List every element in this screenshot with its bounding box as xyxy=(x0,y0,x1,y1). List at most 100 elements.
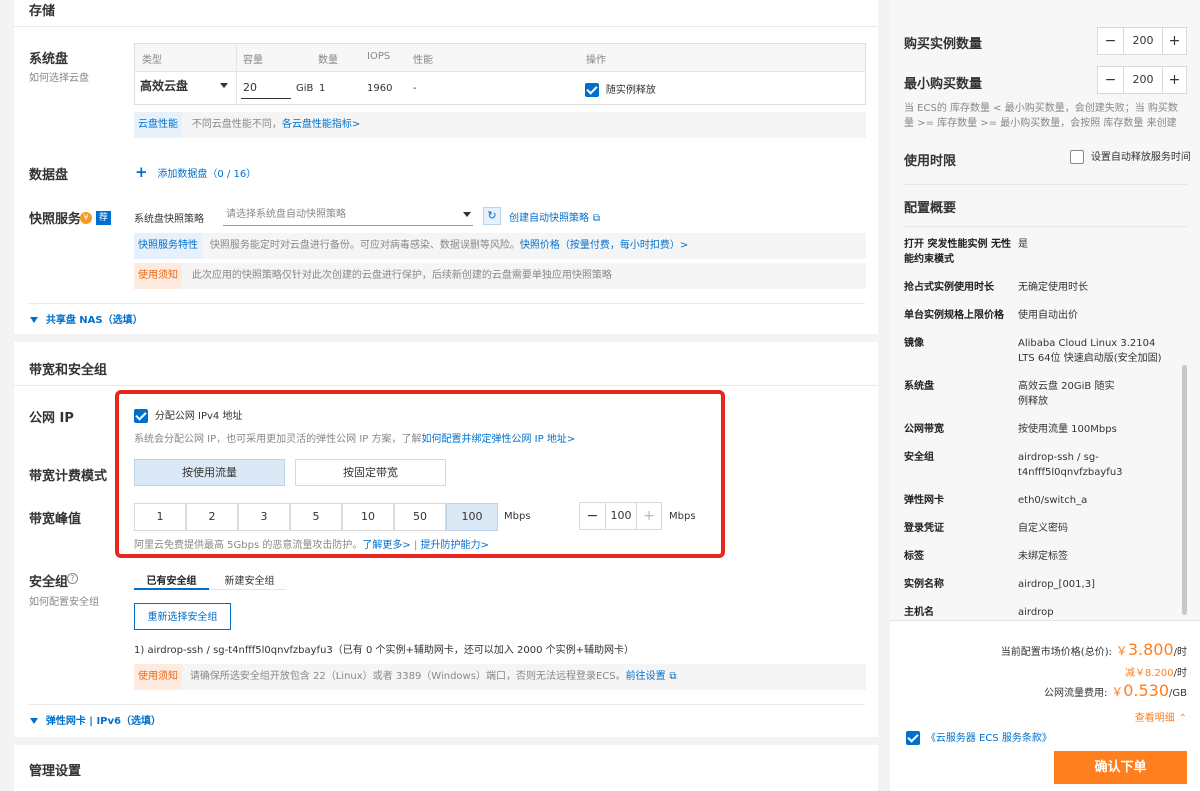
triangle-down-icon xyxy=(30,717,38,724)
minus-icon[interactable]: − xyxy=(1098,67,1124,93)
create-snapshot-policy-link[interactable]: 创建自动快照策略 ⧉ xyxy=(509,209,600,224)
header-quantity: 数量 xyxy=(318,55,338,66)
coin-icon: ¥ xyxy=(80,212,92,224)
tab-existing-sg[interactable]: 已有安全组 xyxy=(134,572,209,587)
price-currency: ￥ xyxy=(1115,644,1128,658)
snapshot-policy-label: 系统盘快照策略 xyxy=(134,214,204,225)
stock-note: 当 ECS的 库存数量 < 最小购买数量，会创建失败；当 购买数量 >= 库存数… xyxy=(904,103,1178,129)
plus-icon[interactable]: + xyxy=(1162,67,1186,93)
goto-settings-link[interactable]: 前往设置 xyxy=(626,671,666,682)
plus-icon: + xyxy=(135,163,148,181)
discount-unit: /时 xyxy=(1173,668,1187,679)
summary-key: 公网带宽 xyxy=(904,424,944,435)
snapshot-policy-select[interactable]: 请选择系统盘自动快照策略 xyxy=(223,204,473,226)
chevron-up-icon: ⌃ xyxy=(1178,713,1187,724)
sg-notice-tag: 使用须知 xyxy=(134,664,182,690)
snapshot-notice-text: 此次应用的快照策略仅针对此次创建的云盘进行保护，后续新创建的云盘需要单独应用快照… xyxy=(191,270,612,281)
terms-checkbox[interactable]: 《云服务器 ECS 服务条款》 xyxy=(906,729,1052,745)
disk-perf-tip: 云盘性能 不同云盘性能不同，各云盘性能指标> xyxy=(134,112,866,138)
capacity-unit: GiB xyxy=(296,83,314,94)
system-disk-help[interactable]: 如何选择云盘 xyxy=(29,69,89,84)
traffic-fee-label: 公网流量费用: xyxy=(1043,688,1108,699)
refresh-button[interactable]: ↻ xyxy=(483,207,501,225)
create-snapshot-policy-label: 创建自动快照策略 xyxy=(509,213,589,224)
snapshot-feature-tag: 快照服务特性 xyxy=(134,233,202,259)
market-price-line: 当前配置市场价格(总价): ￥3.800/时 xyxy=(900,640,1187,659)
external-link-icon: ⧉ xyxy=(669,671,677,682)
summary-value: 高效云盘 20GiB 随实例释放 xyxy=(1018,381,1115,407)
iops-value: 1960 xyxy=(367,83,393,94)
sg-notice-text: 请确保所选安全组开放包含 22（Linux）或者 3389（Windows）端口… xyxy=(189,671,626,682)
management-card xyxy=(14,745,878,791)
sidebar-scrollbar[interactable] xyxy=(1182,365,1187,615)
snapshot-price-link[interactable]: 快照价格（按量付费，每小时扣费）> xyxy=(520,240,688,251)
caret-down-icon xyxy=(220,83,228,88)
capacity-input[interactable]: 20 xyxy=(241,77,291,99)
summary-key: 系统盘 xyxy=(904,381,934,392)
buy-count-label: 购买实例数量 xyxy=(904,37,983,52)
bandwidth-peak-label: 带宽峰值 xyxy=(29,512,82,527)
nas-toggle[interactable]: 共享盘 NAS（选填） xyxy=(30,311,143,326)
summary-value: airdrop xyxy=(1018,607,1054,618)
summary-value: 是 xyxy=(1018,239,1028,250)
auto-release-checkbox[interactable]: 设置自动释放服务时间 xyxy=(1070,148,1191,164)
release-with-instance-checkbox[interactable]: 随实例释放 xyxy=(585,81,656,97)
tab-active-indicator xyxy=(134,588,209,590)
checkbox-checked-icon xyxy=(585,82,599,97)
summary-key: 安全组 xyxy=(904,452,934,463)
sg-line: 1) airdrop-ssh / sg-t4nfff5l0qnvfzbayfu3… xyxy=(134,645,635,656)
snapshot-feature-text: 快照服务能定时对云盘进行备份。可应对病毒感染、数据误删等风险。 xyxy=(209,240,520,251)
snapshot-feature-tip: 快照服务特性 快照服务能定时对云盘进行备份。可应对病毒感染、数据误删等风险。快照… xyxy=(134,233,866,259)
add-data-disk-label: 添加数据盘（0 / 16） xyxy=(157,169,257,180)
summary-title: 配置概要 xyxy=(904,201,957,216)
buy-count-stepper[interactable]: − 200 + xyxy=(1097,27,1187,55)
minus-icon[interactable]: − xyxy=(1098,28,1124,54)
triangle-down-icon xyxy=(30,316,38,323)
summary-value: airdrop_[001,3] xyxy=(1018,579,1095,590)
min-buy-value[interactable]: 200 xyxy=(1124,67,1162,93)
discount-value: 减￥8.200 xyxy=(1124,668,1174,679)
caret-down-icon xyxy=(463,212,471,217)
summary-key: 弹性网卡 xyxy=(904,495,944,506)
data-disk-label: 数据盘 xyxy=(29,168,69,183)
buy-count-value[interactable]: 200 xyxy=(1124,28,1162,54)
network-section-title: 带宽和安全组 xyxy=(29,363,108,378)
min-buy-stepper[interactable]: − 200 + xyxy=(1097,66,1187,94)
summary-key: 镜像 xyxy=(904,338,924,349)
plus-icon[interactable]: + xyxy=(1162,28,1186,54)
add-data-disk-button[interactable]: + 添加数据盘（0 / 16） xyxy=(135,163,256,181)
reselect-sg-label: 重新选择安全组 xyxy=(147,612,218,623)
summary-value: airdrop-ssh / sg-t4nfff5l0qnvfzbayfu3 xyxy=(1018,452,1123,478)
perf-tag: 云盘性能 xyxy=(134,112,182,138)
perf-link[interactable]: 各云盘性能指标> xyxy=(282,119,360,130)
summary-value: 使用自动出价 xyxy=(1018,310,1078,321)
market-price-label: 当前配置市场价格(总价): xyxy=(1000,647,1112,658)
confirm-order-button[interactable]: 确认下单 xyxy=(1054,751,1187,784)
auto-release-label: 设置自动释放服务时间 xyxy=(1090,152,1191,163)
header-type: 类型 xyxy=(142,55,162,66)
summary-key: 抢占式实例使用时长 xyxy=(904,282,994,293)
summary-key: 登录凭证 xyxy=(904,523,944,534)
help-icon[interactable]: ? xyxy=(67,573,78,584)
confirm-order-label: 确认下单 xyxy=(1094,760,1147,775)
tab-new-sg[interactable]: 新建安全组 xyxy=(212,572,287,587)
security-group-help[interactable]: 如何配置安全组 xyxy=(29,593,99,608)
release-with-instance-label: 随实例释放 xyxy=(605,85,656,96)
disk-type-select[interactable]: 高效云盘 xyxy=(140,77,230,97)
price-unit: /时 xyxy=(1173,647,1187,658)
summary-value: Alibaba Cloud Linux 3.2104 LTS 64位 快速启动版… xyxy=(1018,338,1162,364)
snapshot-policy-placeholder: 请选择系统盘自动快照策略 xyxy=(226,209,346,220)
eni-toggle[interactable]: 弹性网卡 | IPv6（选填） xyxy=(30,712,161,727)
performance-value: - xyxy=(413,83,417,94)
terms-link[interactable]: 《云服务器 ECS 服务条款》 xyxy=(926,733,1052,744)
summary-value: 无确定使用时长 xyxy=(1018,282,1088,293)
external-link-icon: ⧉ xyxy=(592,213,600,224)
view-detail-link[interactable]: 查看明细 ⌃ xyxy=(1100,709,1187,724)
disk-type-value: 高效云盘 xyxy=(140,79,189,93)
public-ip-label: 公网 IP xyxy=(29,411,74,426)
reselect-sg-button[interactable]: 重新选择安全组 xyxy=(134,603,231,630)
system-disk-label: 系统盘 xyxy=(29,52,69,67)
sg-notice-tip: 使用须知 请确保所选安全组开放包含 22（Linux）或者 3389（Windo… xyxy=(134,664,866,690)
header-iops: IOPS xyxy=(367,51,391,62)
summary-key: 主机名 xyxy=(904,607,934,618)
